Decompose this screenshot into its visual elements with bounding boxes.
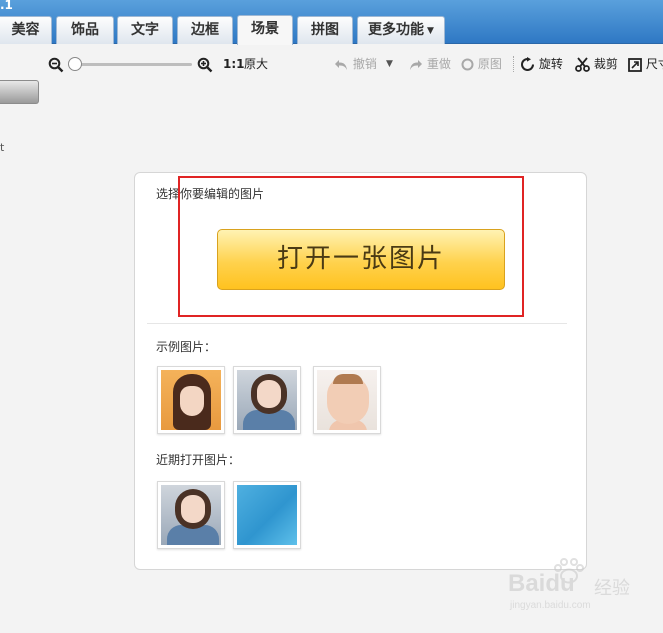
resize-label: 尺寸 <box>645 57 663 71</box>
zoom-slider-handle[interactable] <box>68 57 82 71</box>
tab-label: 更多功能 <box>368 22 425 38</box>
top-tab-bar: .1 美容 饰品 文字 边框 场景 拼图 更多功能 ▼ <box>0 0 663 45</box>
original-image-label: 原图 <box>477 57 502 71</box>
undo-dropdown-icon[interactable]: ▼ <box>386 56 393 72</box>
redo-label: 重做 <box>426 57 451 71</box>
resize-icon <box>628 57 642 72</box>
photo <box>161 370 221 430</box>
redo-button[interactable]: 重做 <box>408 56 451 72</box>
rotate-button[interactable]: 旋转 <box>520 56 563 72</box>
circle-icon <box>461 58 474 71</box>
zoom-in-icon[interactable] <box>197 56 213 72</box>
zoom-slider-track[interactable] <box>70 63 192 66</box>
recent-image-2[interactable] <box>233 481 301 549</box>
tab-collage[interactable]: 拼图 <box>297 16 353 44</box>
tab-scene[interactable]: 场景 <box>237 15 293 45</box>
crop-label: 裁剪 <box>593 57 618 71</box>
original-image-button[interactable]: 原图 <box>461 56 502 72</box>
toolbar-separator <box>513 56 514 72</box>
baidu-watermark: Baidu 经验 jingyan.baidu.com <box>508 558 658 621</box>
undo-label: 撤销 <box>352 57 377 71</box>
resize-button[interactable]: 尺寸 <box>628 56 663 72</box>
recent-image-1[interactable] <box>157 481 225 549</box>
side-text-fragment: t <box>0 141 5 154</box>
side-panel-button[interactable] <box>0 80 39 104</box>
toolbar: 1:1 原大 撤销 ▼ 重做 原图 旋转 裁剪 尺寸 <box>0 45 663 83</box>
watermark-url: jingyan.baidu.com <box>510 600 591 611</box>
photo <box>237 370 297 430</box>
tab-label: 美容 <box>11 22 40 38</box>
crop-button[interactable]: 裁剪 <box>575 56 618 72</box>
tab-label: 饰品 <box>71 22 99 38</box>
example-image-1[interactable] <box>157 366 225 434</box>
tab-label: 场景 <box>251 21 279 37</box>
tab-label: 文字 <box>131 22 159 38</box>
example-image-2[interactable] <box>233 366 301 434</box>
tab-accessories[interactable]: 饰品 <box>56 16 114 44</box>
tab-label: 边框 <box>191 22 219 38</box>
photo <box>161 485 221 545</box>
photo <box>237 485 297 545</box>
highlight-box <box>178 176 524 317</box>
watermark-cn: 经验 <box>594 578 630 599</box>
original-size-button[interactable]: 原大 <box>244 56 268 72</box>
watermark-logo: Baidu <box>508 570 575 597</box>
tab-text[interactable]: 文字 <box>117 16 173 44</box>
example-images-label: 示例图片： <box>156 340 217 354</box>
rotate-label: 旋转 <box>538 57 563 71</box>
tab-frame[interactable]: 边框 <box>177 16 233 44</box>
tab-label: 拼图 <box>311 22 339 38</box>
chevron-down-icon: ▼ <box>427 26 434 36</box>
divider <box>147 323 567 324</box>
app-title-fragment: .1 <box>0 0 13 12</box>
redo-icon <box>410 59 422 70</box>
scissors-icon <box>575 57 590 72</box>
recent-images-label: 近期打开图片： <box>156 453 241 467</box>
undo-icon <box>335 59 347 70</box>
zoom-ratio-button[interactable]: 1:1 <box>223 56 245 72</box>
zoom-out-icon[interactable] <box>48 56 64 72</box>
example-image-3[interactable] <box>313 366 381 434</box>
rotate-icon <box>521 57 534 71</box>
photo <box>317 370 377 430</box>
tab-more-features[interactable]: 更多功能 ▼ <box>357 16 445 44</box>
tab-beauty[interactable]: 美容 <box>0 16 52 44</box>
undo-button[interactable]: 撤销 <box>334 56 377 72</box>
